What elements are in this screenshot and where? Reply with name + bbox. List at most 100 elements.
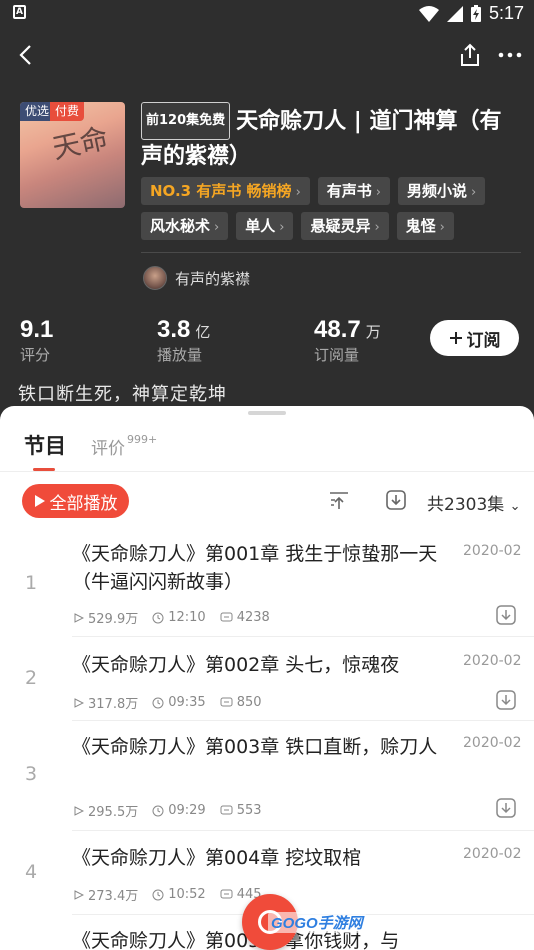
top-nav	[0, 34, 534, 74]
duration: 09:29	[152, 803, 206, 818]
tag-ghost[interactable]: 鬼怪 ›	[396, 212, 454, 240]
author-row[interactable]: 有声的紫襟	[143, 266, 250, 290]
episode-title: 《天命赊刀人》第001章 我生于惊蛰那一天（牛逼闪闪新故事）	[72, 543, 438, 593]
wifi-icon	[418, 5, 439, 22]
clock-icon	[152, 889, 164, 900]
download-icon[interactable]	[495, 604, 517, 626]
download-all-icon[interactable]	[385, 489, 407, 511]
tag-mystery[interactable]: 悬疑灵异 ›	[301, 212, 389, 240]
plays-count: 317.8万	[74, 693, 138, 712]
status-bar: A 5:17	[0, 0, 534, 28]
tag-fengshui[interactable]: 风水秘术 ›	[141, 212, 229, 240]
badge-premium: 优选	[20, 102, 55, 121]
tag-male-novel[interactable]: 男频小说 ›	[397, 177, 486, 205]
chevron-right-icon: ›	[471, 185, 477, 200]
tab-bar: 节目 评价 999+	[0, 424, 534, 472]
subscribe-button[interactable]: 订阅	[430, 320, 519, 356]
tag-row-2: 风水秘术 › 单人 › 悬疑灵异 › 鬼怪 ›	[141, 212, 454, 240]
comment-icon	[220, 612, 233, 622]
divider	[141, 252, 521, 253]
tab-episodes[interactable]: 节目	[24, 430, 66, 460]
list-item[interactable]: 2 《天命赊刀人》第002章 头七，惊魂夜 2020-02 317.8万 09:…	[0, 637, 534, 721]
tag-solo[interactable]: 单人 ›	[236, 212, 294, 240]
page-title: 前120集免费 天命赊刀人 | 道门神算（有声的紫襟）	[141, 102, 521, 174]
plays-value: 3.8	[157, 316, 191, 343]
tag-audiobook[interactable]: 有声书 ›	[317, 177, 390, 205]
download-icon[interactable]	[495, 797, 517, 819]
episode-date: 2020-02	[463, 735, 522, 751]
author-name: 有声的紫襟	[175, 269, 251, 288]
episode-number: 1	[24, 572, 38, 594]
plays-count: 273.4万	[74, 885, 138, 904]
play-outline-icon	[74, 697, 84, 708]
subs-value: 48.7	[314, 316, 361, 343]
status-time: 5:17	[488, 3, 524, 23]
plays-count: 529.9万	[74, 608, 138, 627]
stats-row: 9.1 评分 3.8 亿 播放量 48.7 万 订阅量 订阅	[20, 316, 520, 366]
episode-meta: 317.8万 09:35 850	[74, 693, 262, 712]
episode-meta: 295.5万 09:29 553	[74, 801, 262, 820]
comments-count: 4238	[220, 610, 270, 625]
subscribe-label: 订阅	[466, 330, 501, 351]
chevron-right-icon: ›	[214, 220, 220, 235]
book-cover[interactable]: 优选 付费 天命	[20, 102, 125, 208]
chevron-right-icon: ›	[375, 185, 381, 200]
duration: 10:52	[152, 887, 206, 902]
signal-icon	[446, 5, 463, 22]
free-episodes-tag: 前120集免费	[141, 102, 231, 140]
title-block: 前120集免费 天命赊刀人 | 道门神算（有声的紫襟）	[141, 102, 521, 174]
list-item[interactable]: 3 《天命赊刀人》第003章 铁口直断，赊刀人 2020-02 295.5万 0…	[0, 721, 534, 831]
sort-icon[interactable]	[328, 490, 350, 512]
review-count: 999+	[127, 433, 158, 447]
chevron-right-icon: ›	[439, 220, 445, 235]
play-outline-icon	[74, 612, 84, 623]
episode-number: 2	[24, 667, 38, 689]
play-all-button[interactable]: 全部播放	[22, 484, 129, 518]
chevron-right-icon: ›	[279, 220, 285, 235]
episode-title: 《天命赊刀人》第004章 挖坟取棺	[72, 847, 362, 869]
episode-count-dropdown[interactable]: 共2303集 ⌄	[427, 490, 521, 515]
rating-value: 9.1	[20, 316, 54, 343]
plus-icon	[449, 332, 462, 344]
chevron-down-icon: ⌄	[509, 499, 521, 514]
plays-count: 295.5万	[74, 801, 138, 820]
drag-handle[interactable]	[248, 411, 286, 415]
list-item[interactable]: 1 《天命赊刀人》第001章 我生于惊蛰那一天（牛逼闪闪新故事） 2020-02…	[0, 536, 534, 637]
avatar	[143, 266, 167, 290]
stat-plays: 3.8 亿 播放量	[157, 316, 210, 365]
chevron-right-icon: ›	[374, 220, 380, 235]
comment-icon	[220, 889, 233, 899]
chevron-right-icon: ›	[295, 185, 301, 200]
rating-label: 评分	[20, 346, 51, 364]
comment-icon	[220, 805, 233, 815]
tab-active-indicator	[33, 468, 55, 471]
list-controls: 全部播放 共2303集 ⌄	[0, 480, 534, 520]
notification-a-icon: A	[13, 5, 26, 19]
episode-date: 2020-02	[463, 543, 522, 559]
plays-unit: 亿	[195, 323, 211, 341]
stat-subscriptions: 48.7 万 订阅量	[314, 316, 381, 365]
play-outline-icon	[74, 805, 84, 816]
tab-reviews[interactable]: 评价 999+	[91, 433, 158, 459]
play-icon	[34, 495, 45, 507]
tag-ranking[interactable]: NO.3 有声书 畅销榜 ›	[141, 177, 310, 205]
subs-label: 订阅量	[314, 346, 360, 364]
cover-calligraphy: 天命	[49, 121, 112, 166]
duration: 12:10	[152, 610, 206, 625]
comments-count: 553	[220, 803, 262, 818]
more-icon[interactable]	[496, 42, 524, 68]
episode-date: 2020-02	[463, 846, 522, 862]
back-icon[interactable]	[14, 42, 40, 68]
watermark-logo: GOGO手游网	[268, 912, 366, 933]
download-icon[interactable]	[495, 689, 517, 711]
episode-number: 4	[24, 861, 38, 883]
episode-date: 2020-02	[463, 653, 522, 669]
badge-paid: 付费	[50, 102, 85, 121]
episode-meta: 273.4万 10:52 445	[74, 885, 262, 904]
share-icon[interactable]	[457, 42, 483, 68]
plays-label: 播放量	[157, 346, 203, 364]
clock-icon	[152, 697, 164, 708]
stat-rating: 9.1 评分	[20, 316, 53, 365]
tag-row-1: NO.3 有声书 畅销榜 › 有声书 › 男频小说 ›	[141, 177, 486, 205]
book-slogan: 铁口断生死，神算定乾坤	[18, 384, 227, 405]
